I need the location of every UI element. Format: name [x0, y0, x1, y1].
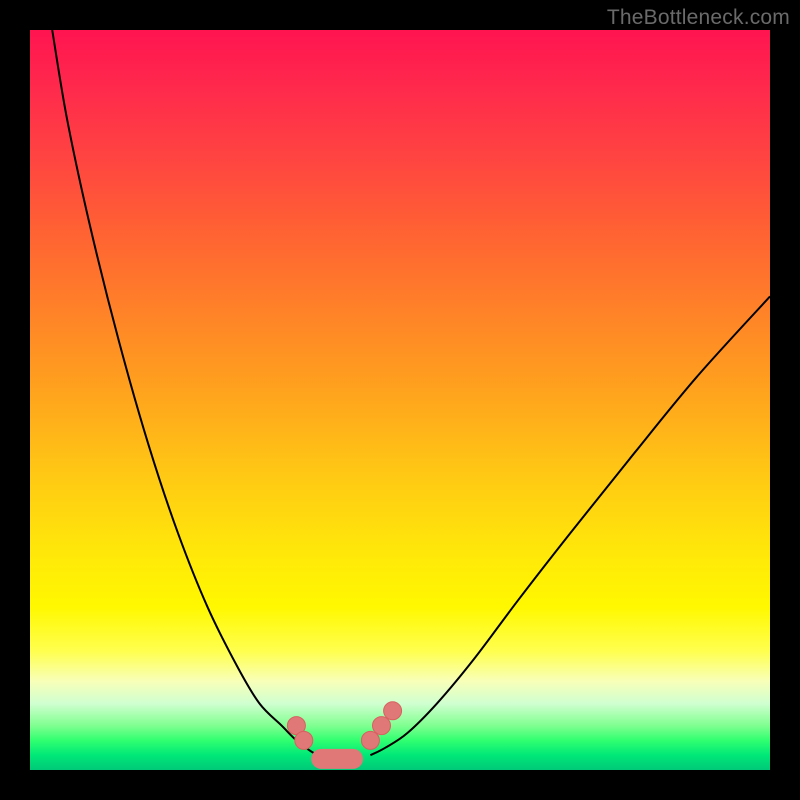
bottom-marker-band	[311, 749, 363, 769]
chart-svg	[30, 30, 770, 770]
marker-dot	[361, 731, 379, 749]
chart-plot-area	[30, 30, 770, 770]
marker-dots	[287, 702, 401, 750]
marker-dot	[373, 717, 391, 735]
right-curve	[370, 296, 770, 755]
watermark-text: TheBottleneck.com	[607, 6, 790, 30]
left-curve	[52, 30, 326, 759]
marker-dot	[295, 731, 313, 749]
marker-dot	[384, 702, 402, 720]
